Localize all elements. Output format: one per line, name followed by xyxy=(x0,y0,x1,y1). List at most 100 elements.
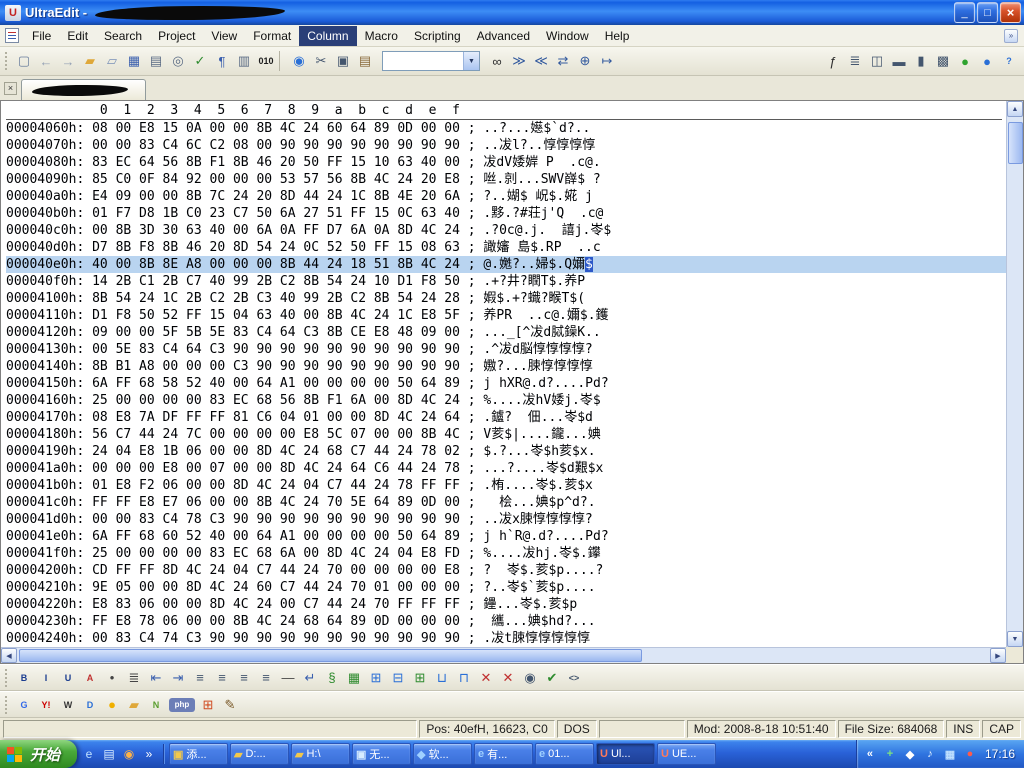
function-list-icon[interactable]: ƒ xyxy=(822,51,844,72)
underline-icon[interactable]: U xyxy=(57,667,79,688)
split-cell-icon[interactable]: ⊓ xyxy=(453,667,475,688)
hex-row[interactable]: 00004200h: CD FF FF 8D 4C 24 04 C7 44 24… xyxy=(6,562,1006,579)
indent-icon[interactable]: ⇥ xyxy=(167,667,189,688)
align-center-icon[interactable]: ≡ xyxy=(211,667,233,688)
menu-item-search[interactable]: Search xyxy=(96,26,150,46)
taskbar-button[interactable]: ▰ H:\ xyxy=(291,743,351,765)
hex-row[interactable]: 000040c0h: 00 8B 3D 30 63 40 00 6A 0A FF… xyxy=(6,222,1006,239)
align-right-icon[interactable]: ≡ xyxy=(233,667,255,688)
hex-row[interactable]: 00004210h: 9E 05 00 00 8D 4C 24 60 C7 44… xyxy=(6,579,1006,596)
hex-row[interactable]: 00004240h: 00 83 C4 74 C3 90 90 90 90 90… xyxy=(6,630,1006,647)
align-left-icon[interactable]: ≡ xyxy=(189,667,211,688)
taskbar-button[interactable]: ▰ D:... xyxy=(230,743,290,765)
yahoo-icon[interactable]: Y! xyxy=(35,694,57,715)
clean-html-icon[interactable]: ✔ xyxy=(541,667,563,688)
hex-row[interactable]: 000041e0h: 6A FF 68 60 52 40 00 64 A1 00… xyxy=(6,528,1006,545)
clock[interactable]: 17:16 xyxy=(985,747,1015,761)
anchor-icon[interactable]: § xyxy=(321,667,343,688)
tile-horizontal-icon[interactable]: ▬ xyxy=(888,51,910,72)
php-icon[interactable]: php xyxy=(169,697,195,712)
menu-overflow-icon[interactable]: » xyxy=(1004,28,1018,43)
taskbar-button[interactable]: ▣ 添... xyxy=(169,743,229,765)
menu-item-edit[interactable]: Edit xyxy=(59,26,96,46)
menu-item-file[interactable]: File xyxy=(24,26,59,46)
menu-item-window[interactable]: Window xyxy=(538,26,597,46)
windows-icon[interactable]: ⊞ xyxy=(197,694,219,715)
network-tray-icon[interactable]: ▦ xyxy=(942,746,958,762)
hex-row[interactable]: 00004090h: 85 C0 0F 84 92 00 00 00 53 57… xyxy=(6,171,1006,188)
chevron-down-icon[interactable]: ▼ xyxy=(463,52,479,70)
hex-row[interactable]: 00004190h: 24 04 E8 1B 06 00 00 8D 4C 24… xyxy=(6,443,1006,460)
ime-tray-icon[interactable]: ◆ xyxy=(902,746,918,762)
line-break-icon[interactable]: ↵ xyxy=(299,667,321,688)
menu-item-view[interactable]: View xyxy=(203,26,245,46)
vertical-scroll-thumb[interactable] xyxy=(1008,122,1023,164)
find-prev-icon[interactable]: ≪ xyxy=(530,51,552,72)
new-file-icon[interactable]: ▢ xyxy=(13,51,35,72)
taskbar-button[interactable]: e 01... xyxy=(535,743,595,765)
minimize-button[interactable]: _ xyxy=(954,2,975,23)
dictionary-icon[interactable]: D xyxy=(79,694,101,715)
hex-row[interactable]: 00004180h: 56 C7 44 24 7C 00 00 00 00 E8… xyxy=(6,426,1006,443)
image-icon[interactable]: ▦ xyxy=(343,667,365,688)
scroll-up-icon[interactable]: ▲ xyxy=(1007,101,1023,117)
find-next-icon[interactable]: ≫ xyxy=(508,51,530,72)
taskbar-button-ultraedit-active[interactable]: U Ul... xyxy=(596,743,656,765)
hex-row[interactable]: 00004070h: 00 00 83 C4 6C C2 08 00 90 90… xyxy=(6,137,1006,154)
hex-row[interactable]: 00004170h: 08 E8 7A DF FF FF 81 C6 04 01… xyxy=(6,409,1006,426)
search-combobox[interactable]: ▼ xyxy=(382,51,480,71)
hex-row[interactable]: 000041b0h: 01 E8 F2 06 00 00 8D 4C 24 04… xyxy=(6,477,1006,494)
help-icon[interactable]: ? xyxy=(998,51,1020,72)
outdent-icon[interactable]: ⇤ xyxy=(145,667,167,688)
menu-item-project[interactable]: Project xyxy=(150,26,203,46)
numbered-list-icon[interactable]: ≣ xyxy=(123,667,145,688)
hex-row[interactable]: 00004220h: E8 83 06 00 00 8D 4C 24 00 C7… xyxy=(6,596,1006,613)
horizontal-scrollbar[interactable]: ◀ ▶ xyxy=(1,647,1006,663)
start-button[interactable]: 开始 xyxy=(0,740,78,768)
macro-record-icon[interactable]: ● xyxy=(976,51,998,72)
hex-row[interactable]: 00004100h: 8B 54 24 1C 2B C2 2B C3 40 99… xyxy=(6,290,1006,307)
notepad-icon[interactable]: N xyxy=(145,694,167,715)
goto-icon[interactable]: ↦ xyxy=(596,51,618,72)
antivirus-tray-icon[interactable]: + xyxy=(882,746,898,762)
hex-row[interactable]: 000040d0h: D7 8B F8 8B 46 20 8D 54 24 0C… xyxy=(6,239,1006,256)
close-button[interactable]: × xyxy=(1000,2,1021,23)
wikipedia-icon[interactable]: W xyxy=(57,694,79,715)
menu-item-scripting[interactable]: Scripting xyxy=(406,26,469,46)
show-desktop-icon[interactable]: ▤ xyxy=(100,745,118,763)
ie-quicklaunch-icon[interactable]: e xyxy=(80,745,98,763)
scroll-down-icon[interactable]: ▼ xyxy=(1007,631,1023,647)
hex-row[interactable]: 00004110h: D1 F8 50 52 FF 15 04 63 40 00… xyxy=(6,307,1006,324)
merge-cells-icon[interactable]: ⊔ xyxy=(431,667,453,688)
print-preview-icon[interactable]: ◎ xyxy=(167,51,189,72)
hex-row[interactable]: 000040f0h: 14 2B C1 2B C7 40 99 2B C2 8B… xyxy=(6,273,1006,290)
cut-icon[interactable]: ✂ xyxy=(310,51,332,72)
google-icon[interactable]: G xyxy=(13,694,35,715)
taskbar-button[interactable]: ◆ 软... xyxy=(413,743,473,765)
bullet-list-icon[interactable]: • xyxy=(101,667,123,688)
scroll-left-icon[interactable]: ◀ xyxy=(1,648,17,663)
menu-item-column[interactable]: Column xyxy=(299,25,357,46)
macro-play-icon[interactable]: ● xyxy=(954,51,976,72)
horizontal-rule-icon[interactable]: — xyxy=(277,667,299,688)
insert-row-icon[interactable]: ⊟ xyxy=(387,667,409,688)
tile-vertical-icon[interactable]: ▮ xyxy=(910,51,932,72)
split-window-icon[interactable]: ◫ xyxy=(866,51,888,72)
security-tray-icon[interactable]: ● xyxy=(962,746,978,762)
hex-row[interactable]: 00004130h: 00 5E 83 C4 64 C3 90 90 90 90… xyxy=(6,341,1006,358)
hex-row[interactable]: 000040a0h: E4 09 00 00 8B 7C 24 20 8D 44… xyxy=(6,188,1006,205)
hex-row[interactable]: 000041a0h: 00 00 00 E8 00 07 00 00 8D 4C… xyxy=(6,460,1006,477)
italic-icon[interactable]: I xyxy=(35,667,57,688)
hex-row[interactable]: 00004140h: 8B B1 A8 00 00 00 C3 90 90 90… xyxy=(6,358,1006,375)
hex-row[interactable]: 000041f0h: 25 00 00 00 00 83 EC 68 6A 00… xyxy=(6,545,1006,562)
separator[interactable] xyxy=(279,51,286,71)
table-icon[interactable]: ⊞ xyxy=(365,667,387,688)
delete-row-icon[interactable]: ✕ xyxy=(475,667,497,688)
horizontal-scroll-thumb[interactable] xyxy=(19,649,642,662)
vertical-scroll-track[interactable] xyxy=(1007,117,1023,631)
vertical-scrollbar[interactable]: ▲ ▼ xyxy=(1006,101,1023,647)
print-icon[interactable]: ▤ xyxy=(145,51,167,72)
tray-chevron-icon[interactable]: « xyxy=(862,746,878,762)
hex-row[interactable]: 000041d0h: 00 00 83 C4 78 C3 90 90 90 90… xyxy=(6,511,1006,528)
save-icon[interactable]: ▦ xyxy=(123,51,145,72)
